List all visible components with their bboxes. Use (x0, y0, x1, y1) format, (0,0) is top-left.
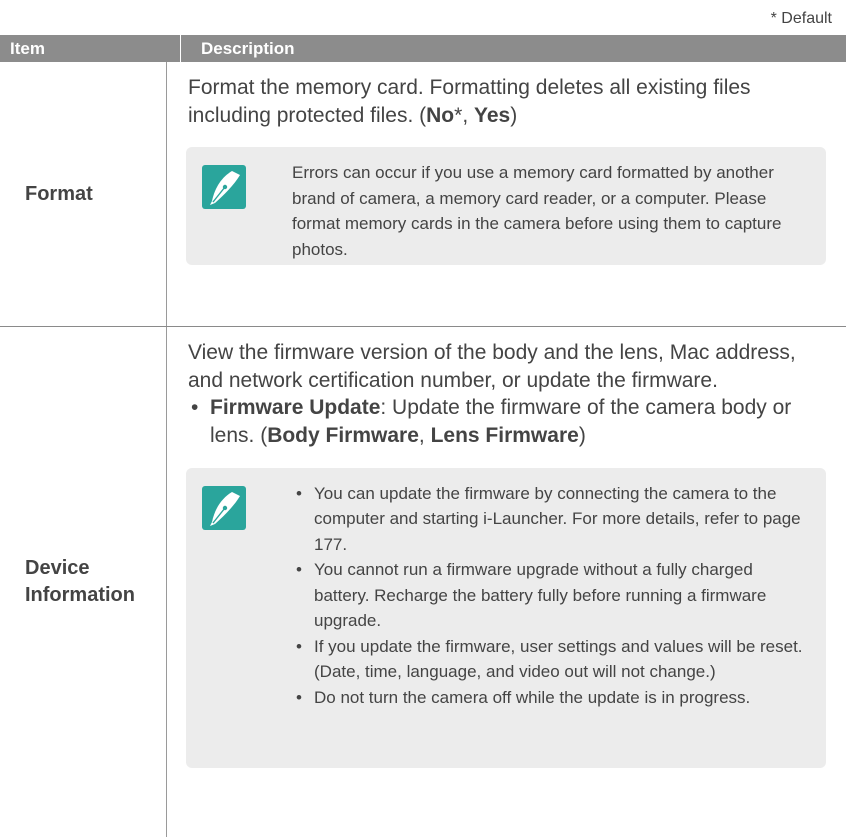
option-lens-firmware: Lens Firmware (430, 424, 579, 448)
item-format-label: Format (25, 182, 93, 205)
item-format: Format (0, 62, 167, 326)
description-format: Format the memory card. Formatting delet… (167, 62, 846, 326)
header-description: Description (180, 35, 846, 62)
default-legend: * Default (770, 10, 832, 27)
option-body-firmware: Body Firmware (267, 424, 419, 448)
note-text-format: Errors can occur if you use a memory car… (292, 163, 782, 259)
firmware-update-bullet: Firmware Update: Update the firmware of … (188, 394, 826, 449)
item-device-line2: Information (25, 584, 135, 606)
firmware-update-close: ) (578, 424, 586, 448)
table-row-format: Format Format the memory card. Formattin… (0, 62, 846, 327)
option-default-mark: *, (454, 103, 474, 127)
pen-nib-note-icon (202, 485, 246, 530)
item-device-information: Device Information (0, 327, 167, 837)
option-no: No (426, 103, 455, 127)
header-item: Item (10, 38, 45, 58)
list-item: If you update the firmware, user setting… (296, 634, 808, 685)
option-separator: , (418, 424, 431, 448)
firmware-update-label: Firmware Update (210, 396, 381, 420)
format-desc-close: ) (510, 103, 518, 127)
pen-nib-note-icon (202, 165, 246, 210)
note-list-device: You can update the firmware by connectin… (186, 468, 826, 723)
device-description: View the firmware version of the body an… (188, 341, 796, 392)
settings-table: Item Description Format Format the memor… (0, 35, 846, 837)
note-box-device: You can update the firmware by connectin… (186, 467, 826, 768)
table-header: Item Description (0, 35, 846, 62)
format-description: Format the memory card. Formatting delet… (188, 74, 826, 129)
list-item: Do not turn the camera off while the upd… (296, 685, 808, 711)
option-yes: Yes (473, 103, 511, 127)
table-row-device-information: Device Information View the firmware ver… (0, 327, 846, 837)
description-device-information: View the firmware version of the body an… (167, 327, 846, 837)
item-device-line1: Device (25, 557, 90, 579)
note-box-format: Errors can occur if you use a memory car… (186, 147, 826, 266)
list-item: You can update the firmware by connectin… (296, 481, 808, 558)
list-item: You cannot run a firmware upgrade withou… (296, 557, 808, 634)
